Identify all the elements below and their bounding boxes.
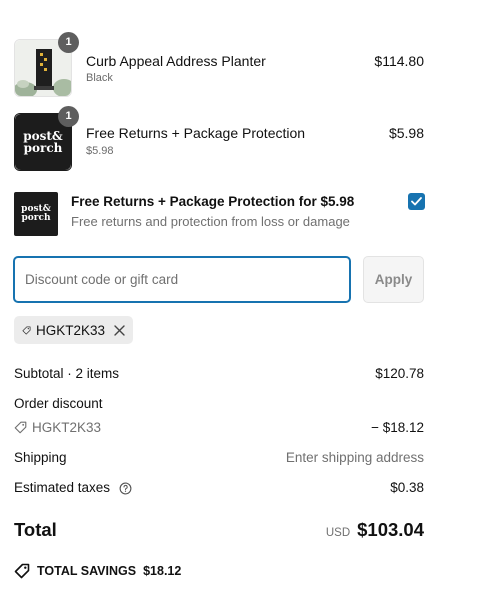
total-savings-label: TOTAL SAVINGS (37, 564, 137, 578)
subtotal-label: Subtotal · 2 items (14, 366, 120, 381)
apply-discount-button[interactable]: Apply (363, 256, 424, 303)
order-discount-value: − $18.12 (371, 420, 424, 435)
remove-discount-button[interactable] (114, 324, 125, 336)
product-thumbnail-planter: 1 (14, 32, 79, 97)
subtotal-value: $120.78 (375, 366, 424, 381)
applied-discount-code: HGKT2K33 (35, 322, 105, 338)
item-price: $114.80 (374, 53, 424, 69)
protection-title: Free Returns + Package Protection for $5… (71, 194, 355, 209)
checkmark-icon (411, 197, 422, 206)
order-discount-code: HGKT2K33 (32, 420, 102, 435)
item-name: Curb Appeal Address Planter (86, 53, 266, 69)
protection-checkbox[interactable] (408, 193, 425, 210)
total-label: Total (14, 519, 57, 540)
order-discount-label: Order discount (14, 396, 103, 411)
applied-discount-chip: HGKT2K33 (14, 316, 133, 344)
tag-icon (22, 325, 31, 335)
tag-icon (14, 563, 30, 579)
total-value: $103.04 (357, 519, 424, 540)
protection-description: Free returns and protection from loss or… (71, 214, 350, 229)
tag-icon (14, 421, 27, 434)
post-porch-logo: post& porch (14, 192, 58, 236)
shipping-label: Shipping (14, 450, 67, 465)
total-savings: TOTAL SAVINGS $18.12 (14, 563, 181, 579)
close-icon (114, 324, 125, 336)
total-savings-value: $18.12 (143, 564, 182, 578)
estimated-taxes-value: $0.38 (390, 480, 424, 495)
total-amount-wrap: USD $103.04 (326, 519, 424, 541)
discount-code-input[interactable] (13, 256, 351, 303)
currency-code: USD (325, 527, 351, 539)
item-variant: $5.98 (86, 145, 114, 157)
estimated-taxes-row: Estimated taxes (14, 480, 132, 495)
estimated-taxes-label: Estimated taxes (14, 480, 111, 495)
shipping-value: Enter shipping address (285, 450, 424, 465)
product-thumbnail-protection: post& porch 1 (14, 106, 79, 171)
order-discount-code-row: HGKT2K33 (14, 420, 101, 435)
quantity-badge: 1 (58, 106, 79, 127)
item-price: $5.98 (388, 125, 424, 141)
quantity-badge: 1 (58, 32, 79, 53)
item-variant: Black (86, 72, 113, 84)
item-name: Free Returns + Package Protection (86, 125, 306, 141)
info-icon[interactable] (119, 482, 132, 495)
